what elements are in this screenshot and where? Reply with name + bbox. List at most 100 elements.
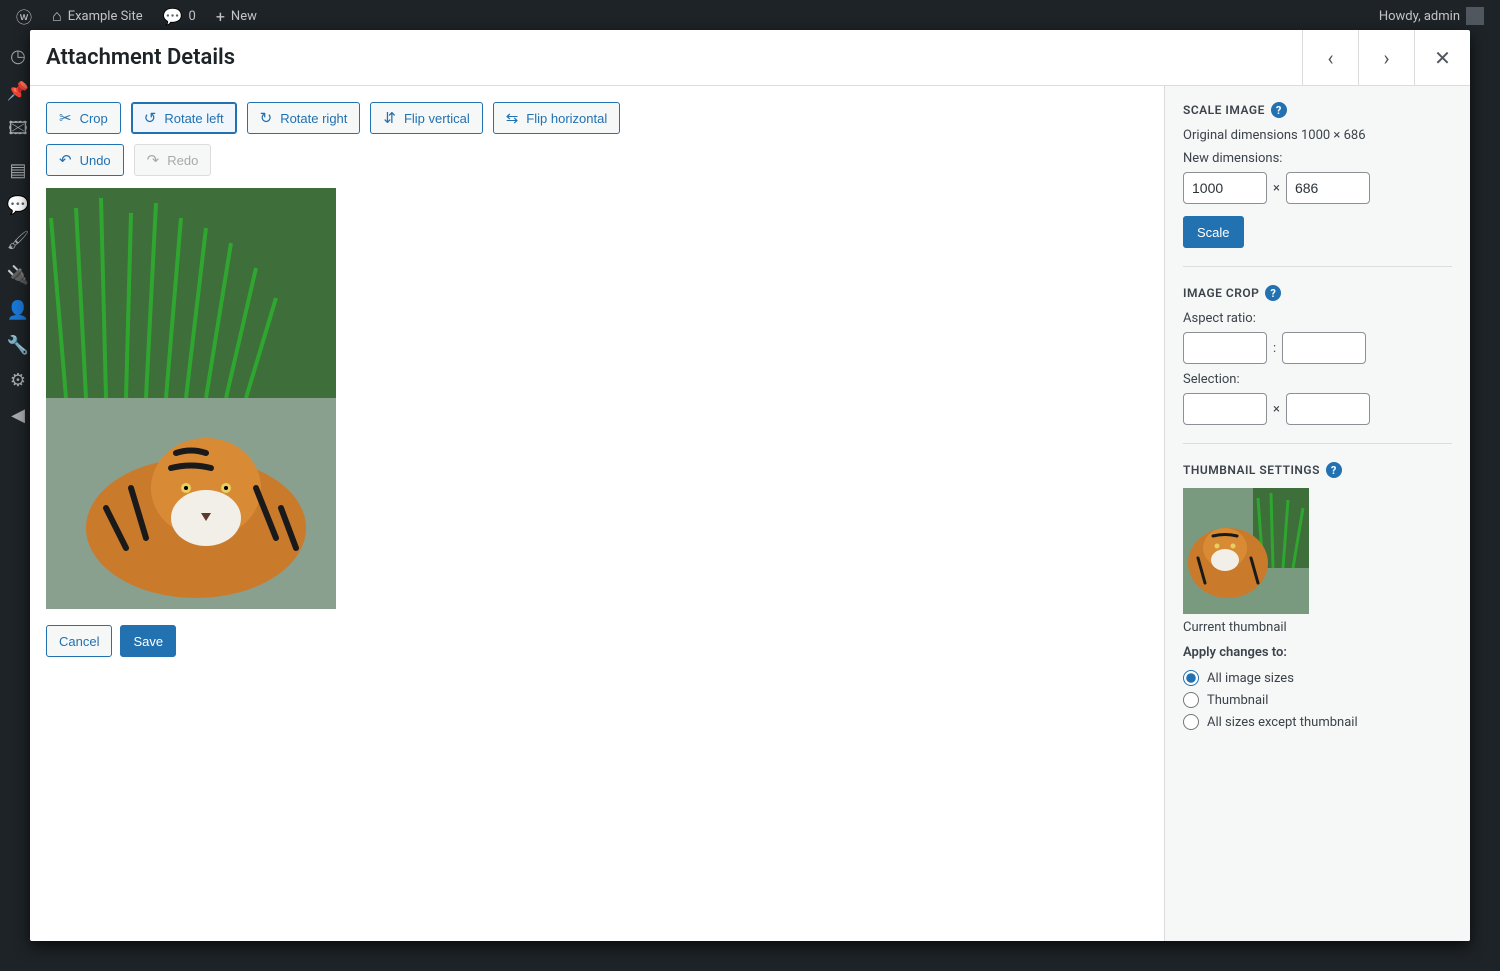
radio-all-sizes-input[interactable]	[1183, 670, 1199, 686]
image-edit-toolbar: ✂ Crop ↺ Rotate left ↻ Rotate right ⇵ Flip v…	[46, 102, 1148, 134]
scale-section: SCALE IMAGE ? Original dimensions 1000 ×…	[1183, 102, 1452, 267]
howdy-link[interactable]: Howdy, admin	[1371, 7, 1492, 25]
original-dimensions: Original dimensions 1000 × 686	[1183, 128, 1452, 143]
aspect-separator: :	[1273, 341, 1276, 356]
attachment-details-modal: Attachment Details ‹ › ✕ ✂ Crop ↺ Rotate l…	[30, 30, 1470, 941]
appearance-icon[interactable]: 🖌	[7, 230, 30, 251]
avatar	[1466, 7, 1484, 25]
radio-except-thumbnail-input[interactable]	[1183, 714, 1199, 730]
modal-title: Attachment Details	[46, 45, 1302, 70]
cancel-button[interactable]: Cancel	[46, 625, 112, 657]
selection-height-input[interactable]	[1286, 393, 1370, 425]
radio-thumbnail-label: Thumbnail	[1207, 693, 1268, 708]
plugins-icon[interactable]: 🔌	[7, 265, 29, 286]
scale-title: SCALE IMAGE	[1183, 103, 1265, 117]
flip-horizontal-label: Flip horizontal	[526, 111, 607, 126]
close-icon: ✕	[1434, 46, 1451, 70]
history-toolbar: ↶ Undo ↷ Redo	[46, 144, 1148, 176]
tools-icon[interactable]: 🔧	[7, 335, 29, 356]
home-icon: ⌂	[52, 6, 62, 26]
crop-section: IMAGE CROP ? Aspect ratio: : Selection: …	[1183, 285, 1452, 444]
crop-label: Crop	[80, 111, 108, 126]
wp-logo[interactable]: ⓦ	[8, 4, 40, 28]
flip-horizontal-icon: ⇆	[506, 109, 519, 127]
help-icon[interactable]: ?	[1326, 462, 1342, 478]
users-icon[interactable]: 👤	[7, 300, 29, 321]
chevron-left-icon: ‹	[1327, 46, 1333, 70]
next-button[interactable]: ›	[1358, 30, 1414, 86]
pages-icon[interactable]: ▤	[9, 160, 26, 181]
scale-width-input[interactable]	[1183, 172, 1267, 204]
radio-thumbnail-input[interactable]	[1183, 692, 1199, 708]
thumbnail-preview	[1183, 488, 1309, 614]
thumbnail-title: THUMBNAIL SETTINGS	[1183, 463, 1320, 477]
editor-pane: ✂ Crop ↺ Rotate left ↻ Rotate right ⇵ Flip v…	[30, 86, 1164, 941]
radio-except-thumbnail[interactable]: All sizes except thumbnail	[1183, 714, 1452, 730]
redo-icon: ↷	[147, 151, 160, 169]
chevron-right-icon: ›	[1383, 46, 1389, 70]
undo-button[interactable]: ↶ Undo	[46, 144, 124, 176]
redo-label: Redo	[167, 153, 198, 168]
rotate-left-icon: ↺	[144, 109, 157, 127]
crop-icon: ✂	[59, 109, 72, 127]
settings-pane: SCALE IMAGE ? Original dimensions 1000 ×…	[1164, 86, 1470, 941]
undo-label: Undo	[80, 153, 111, 168]
thumbnail-caption: Current thumbnail	[1183, 620, 1452, 635]
collapse-icon[interactable]: ◀	[11, 405, 25, 426]
crop-title: IMAGE CROP	[1183, 286, 1259, 300]
radio-except-thumbnail-label: All sizes except thumbnail	[1207, 715, 1358, 730]
aspect-width-input[interactable]	[1183, 332, 1267, 364]
site-name: Example Site	[68, 9, 143, 24]
new-link[interactable]: + New	[208, 7, 265, 26]
rotate-right-icon: ↻	[260, 109, 273, 127]
redo-button: ↷ Redo	[134, 144, 212, 176]
admin-bar: ⓦ ⌂Example Site 💬0 +New Howdy, admin	[0, 0, 1500, 32]
footer-actions: Cancel Save	[46, 625, 1148, 657]
new-label: New	[231, 9, 257, 24]
help-icon[interactable]: ?	[1265, 285, 1281, 301]
radio-all-sizes[interactable]: All image sizes	[1183, 670, 1452, 686]
rotate-left-button[interactable]: ↺ Rotate left	[131, 102, 237, 134]
prev-button[interactable]: ‹	[1302, 30, 1358, 86]
comments-menu-icon[interactable]: 💬	[7, 195, 29, 216]
undo-icon: ↶	[59, 151, 72, 169]
modal-header: Attachment Details ‹ › ✕	[30, 30, 1470, 86]
flip-vertical-icon: ⇵	[383, 109, 396, 127]
posts-icon[interactable]: 📌	[7, 81, 29, 102]
plus-icon: +	[216, 7, 225, 26]
comment-icon: 💬	[163, 7, 183, 26]
rotate-right-button[interactable]: ↻ Rotate right	[247, 102, 361, 134]
comments-link[interactable]: 💬0	[155, 7, 204, 26]
site-link[interactable]: ⌂ Example Site	[44, 6, 151, 26]
radio-thumbnail[interactable]: Thumbnail	[1183, 692, 1452, 708]
apply-changes-label: Apply changes to:	[1183, 645, 1452, 660]
image-preview[interactable]	[46, 188, 336, 609]
new-dimensions-label: New dimensions:	[1183, 151, 1452, 166]
settings-icon[interactable]: ⚙	[10, 370, 26, 391]
aspect-ratio-label: Aspect ratio:	[1183, 311, 1452, 326]
rotate-right-label: Rotate right	[280, 111, 347, 126]
cancel-label: Cancel	[59, 634, 99, 649]
aspect-height-input[interactable]	[1282, 332, 1366, 364]
howdy-text: Howdy, admin	[1379, 9, 1460, 24]
dashboard-icon[interactable]: ◷	[10, 46, 26, 67]
help-icon[interactable]: ?	[1271, 102, 1287, 118]
media-icon[interactable]: 🖾	[8, 116, 28, 146]
scale-height-input[interactable]	[1286, 172, 1370, 204]
save-button[interactable]: Save	[120, 625, 176, 657]
flip-vertical-button[interactable]: ⇵ Flip vertical	[370, 102, 482, 134]
comments-count: 0	[189, 9, 196, 24]
scale-button[interactable]: Scale	[1183, 216, 1244, 248]
thumbnail-section: THUMBNAIL SETTINGS ?	[1183, 462, 1452, 754]
dimension-separator: ×	[1273, 181, 1280, 196]
selection-width-input[interactable]	[1183, 393, 1267, 425]
radio-all-sizes-label: All image sizes	[1207, 671, 1294, 686]
flip-horizontal-button[interactable]: ⇆ Flip horizontal	[493, 102, 621, 134]
selection-label: Selection:	[1183, 372, 1452, 387]
close-button[interactable]: ✕	[1414, 30, 1470, 86]
scale-button-label: Scale	[1197, 225, 1230, 240]
crop-button[interactable]: ✂ Crop	[46, 102, 121, 134]
flip-vertical-label: Flip vertical	[404, 111, 470, 126]
rotate-left-label: Rotate left	[164, 111, 223, 126]
selection-separator: ×	[1273, 402, 1280, 417]
